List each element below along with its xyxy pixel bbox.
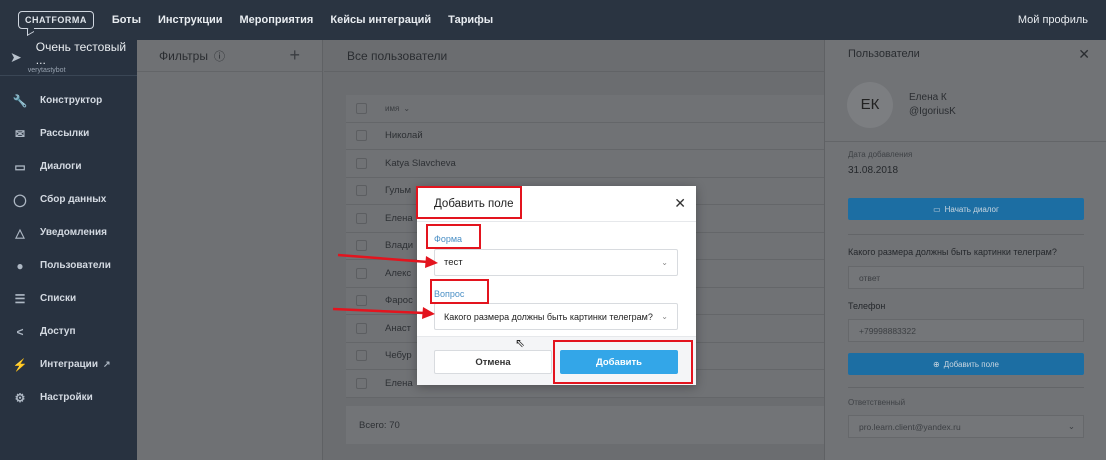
arrow-to-form [337, 253, 429, 264]
arrow-to-question [332, 307, 425, 315]
arrow-head-question [422, 307, 435, 319]
annotation-arrows [332, 253, 438, 319]
arrow-head-form [425, 256, 438, 268]
